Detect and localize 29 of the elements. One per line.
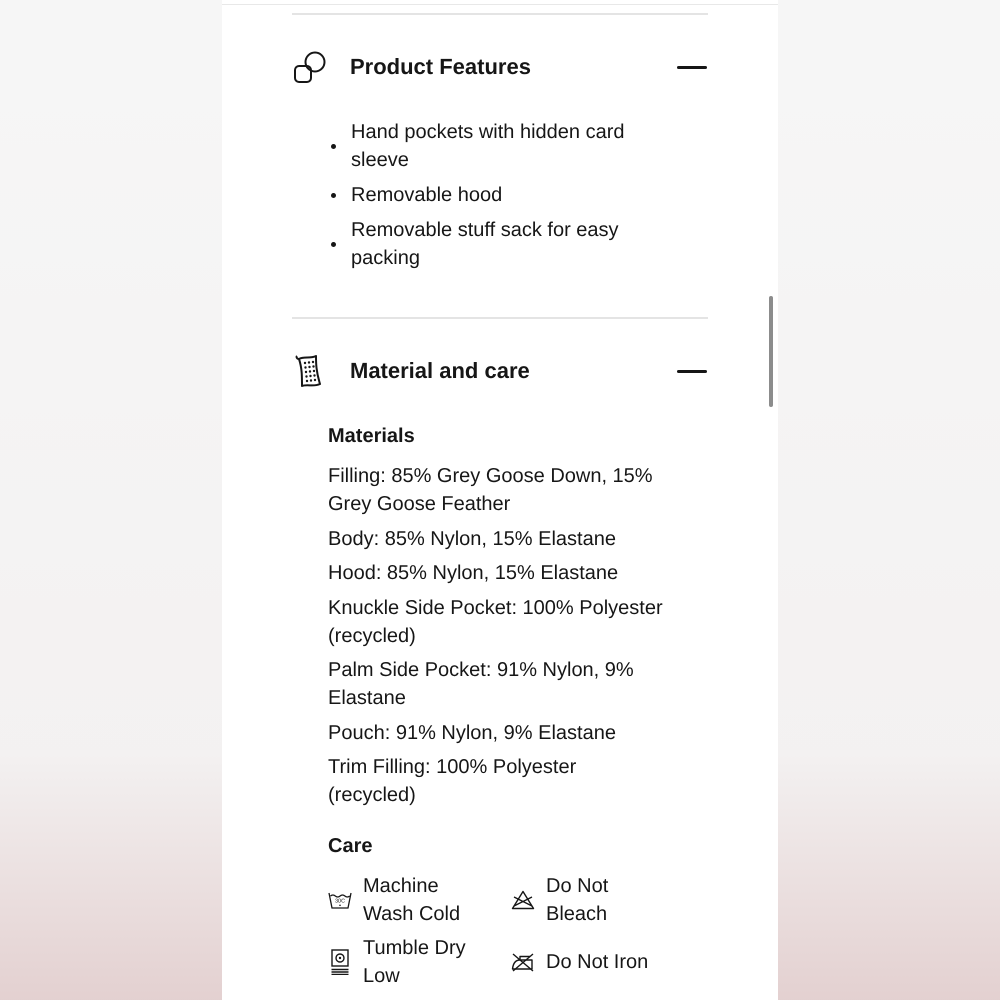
material-line: Knuckle Side Pocket: 100% Polyester (recycled)	[328, 596, 664, 648]
section-title: Material and care	[350, 357, 530, 385]
crossed-triangle-icon	[511, 890, 535, 910]
bullet-icon	[331, 192, 336, 198]
overlapping-shapes-icon	[294, 51, 326, 83]
care-label: Do Not Bleach	[546, 874, 610, 927]
fabric-swatch-icon	[295, 354, 323, 388]
care-heading: Care	[328, 834, 372, 859]
bullet-icon	[331, 144, 336, 148]
minus-icon[interactable]	[677, 66, 707, 68]
feature-text: Removable stuff sack for easy packing	[351, 218, 620, 271]
material-line: Body: 85% Nylon, 15% Elastane	[328, 526, 616, 552]
feature-text: Removable hood	[351, 183, 502, 208]
scrollbar[interactable]	[769, 296, 773, 407]
material-line: Palm Side Pocket: 91% Nylon, 9% Elastane	[328, 658, 635, 711]
bullet-icon	[331, 242, 336, 246]
care-label: Machine Wash Cold	[363, 874, 462, 927]
section-title: Product Features	[350, 53, 531, 81]
minus-icon[interactable]	[677, 370, 707, 372]
care-label: Tumble Dry Low	[363, 936, 467, 989]
material-line: Hood: 85% Nylon, 15% Elastane	[328, 561, 618, 586]
materials-heading: Materials	[328, 424, 415, 449]
tumble-dry-icon	[331, 949, 349, 975]
material-line: Filling: 85% Grey Goose Down, 15% Grey Goose Feather	[328, 464, 654, 517]
crossed-iron-icon	[511, 952, 535, 972]
material-line: Pouch: 91% Nylon, 9% Elastane	[328, 720, 616, 746]
feature-text: Hand pockets with hidden card sleeve	[351, 120, 626, 173]
material-line: Trim Filling: 100% Polyester (recycled)	[328, 755, 578, 808]
care-label: Do Not Iron	[546, 950, 648, 975]
